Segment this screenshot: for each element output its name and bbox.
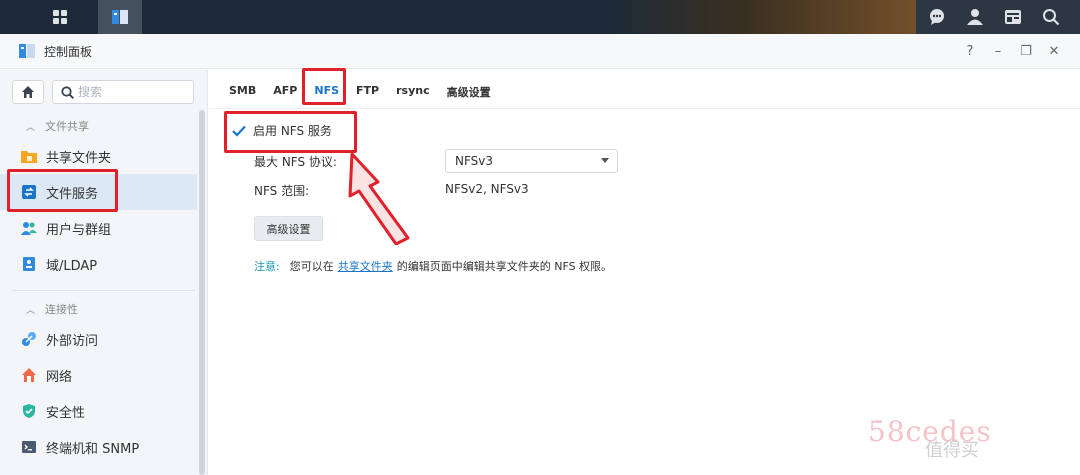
shared-folder-link[interactable]: 共享文件夹: [338, 260, 393, 273]
users-icon: [20, 219, 38, 237]
chevron-up-icon: ︿: [26, 122, 36, 133]
window-controls: ? – ❐ ✕: [956, 34, 1068, 69]
file-services-icon: [20, 183, 38, 201]
sidebar-item-label: 域/LDAP: [46, 258, 98, 274]
enable-nfs-checkbox[interactable]: 启用 NFS 服务: [231, 122, 332, 139]
tab-divider: [209, 108, 1080, 109]
search-button[interactable]: [1034, 0, 1068, 34]
tab-ftp[interactable]: FTP: [356, 84, 379, 104]
nfs-range-label: NFS 范围:: [254, 184, 310, 198]
sidebar-item-label: 用户与群组: [46, 222, 112, 238]
sidebar: ︿ 文件共享 共享文件夹 文件服务 用户与群组 域/LDAP ︿ 连接性 外部访…: [0, 70, 208, 475]
help-button[interactable]: ?: [956, 44, 984, 59]
chevron-up-icon: ︿: [26, 305, 36, 316]
group-header-label: 文件共享: [45, 120, 90, 133]
sidebar-toolbar: [0, 70, 207, 114]
note-text-before: 您可以在: [289, 260, 334, 273]
control-panel-icon: [19, 44, 35, 58]
tab-nfs[interactable]: NFS: [314, 84, 339, 104]
sidebar-item-security[interactable]: 安全性: [0, 393, 207, 429]
maximize-button[interactable]: ❐: [1012, 44, 1040, 59]
sidebar-item-terminal-snmp[interactable]: 终端机和 SNMP: [0, 429, 207, 465]
watermark-sub: 值得买: [925, 440, 979, 461]
minimize-button[interactable]: –: [984, 44, 1012, 59]
taskbar-tray: [916, 0, 1080, 34]
sidebar-scrollbar[interactable]: [199, 110, 205, 475]
sidebar-item-label: 外部访问: [46, 333, 99, 349]
max-protocol-label: 最大 NFS 协议:: [254, 155, 337, 169]
checkmark-icon: [231, 123, 247, 139]
taskbar: [0, 0, 1080, 34]
external-access-icon: [20, 330, 38, 348]
sidebar-item-shared-folder[interactable]: 共享文件夹: [0, 138, 207, 174]
window-titlebar: 控制面板 ? – ❐ ✕: [0, 34, 1080, 69]
user-icon: [967, 9, 983, 25]
group-header-connectivity[interactable]: ︿ 连接性: [0, 297, 207, 321]
sidebar-item-label: 文件服务: [46, 186, 99, 202]
sidebar-item-label: 共享文件夹: [46, 150, 112, 166]
tab-advanced[interactable]: 高级设置: [447, 84, 491, 104]
sidebar-search[interactable]: [52, 80, 194, 104]
note-label: 注意:: [254, 260, 280, 273]
sidebar-item-label: 网络: [46, 369, 73, 385]
sidebar-item-domain-ldap[interactable]: 域/LDAP: [0, 246, 207, 282]
home-icon: [22, 86, 34, 98]
network-icon: [20, 366, 38, 384]
home-button[interactable]: [12, 80, 44, 104]
terminal-icon: [20, 438, 38, 456]
nfs-range-value: NFSv2, NFSv3: [445, 182, 529, 196]
sidebar-item-file-services[interactable]: 文件服务: [0, 174, 197, 210]
sidebar-item-network[interactable]: 网络: [0, 357, 207, 393]
tab-afp[interactable]: AFP: [273, 84, 297, 104]
widgets-icon: [1005, 10, 1021, 24]
user-button[interactable]: [958, 0, 992, 34]
annotation-arrow: [348, 152, 410, 245]
close-button[interactable]: ✕: [1040, 44, 1068, 59]
tab-bar: SMB AFP NFS FTP rsync 高级设置: [229, 84, 508, 104]
grid-icon: [53, 10, 67, 24]
max-protocol-select[interactable]: NFSv3: [445, 149, 618, 173]
sidebar-item-label: 终端机和 SNMP: [46, 441, 140, 457]
max-protocol-value: NFSv3: [455, 154, 494, 168]
sidebar-divider: [12, 290, 195, 291]
search-input[interactable]: [78, 85, 178, 99]
group-header-label: 连接性: [45, 303, 79, 316]
sidebar-item-label: 安全性: [46, 405, 86, 421]
advanced-settings-button[interactable]: 高级设置: [254, 216, 323, 241]
sidebar-item-external-access[interactable]: 外部访问: [0, 321, 207, 357]
search-icon: [61, 85, 74, 99]
folder-icon: [20, 147, 38, 165]
window-title: 控制面板: [44, 44, 93, 59]
note-text-after: 的编辑页面中编辑共享文件夹的 NFS 权限。: [396, 260, 613, 273]
control-panel-icon: [112, 10, 128, 24]
search-icon: [1043, 9, 1060, 26]
widgets-button[interactable]: [996, 0, 1030, 34]
chat-button[interactable]: [920, 0, 954, 34]
nfs-note: 注意: 您可以在 共享文件夹 的编辑页面中编辑共享文件夹的 NFS 权限。: [254, 258, 612, 274]
control-panel-taskbar-button[interactable]: [98, 0, 142, 34]
caret-down-icon: [601, 158, 609, 163]
domain-icon: [20, 255, 38, 273]
tab-rsync[interactable]: rsync: [396, 84, 430, 104]
main-menu-button[interactable]: [38, 0, 82, 34]
chat-icon: [930, 9, 944, 25]
group-header-file-sharing[interactable]: ︿ 文件共享: [0, 114, 207, 138]
shield-icon: [20, 402, 38, 420]
sidebar-item-users-groups[interactable]: 用户与群组: [0, 210, 207, 246]
enable-nfs-label: 启用 NFS 服务: [253, 124, 332, 138]
tab-smb[interactable]: SMB: [229, 84, 256, 104]
